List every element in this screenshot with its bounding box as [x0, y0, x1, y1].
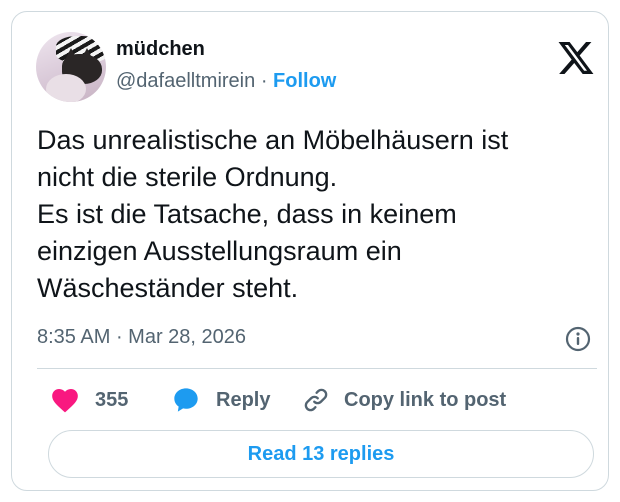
- tweet-line: Wäscheständer steht.: [37, 273, 299, 303]
- follow-button[interactable]: Follow: [273, 70, 336, 92]
- avatar-face: [46, 74, 86, 102]
- x-logo-icon[interactable]: [558, 42, 594, 74]
- user-handle[interactable]: @dafaelltmirein: [116, 70, 255, 92]
- separator-dot: ·: [260, 70, 274, 92]
- heart-icon: [52, 389, 78, 413]
- reply-bubble-icon: [174, 388, 198, 412]
- tweet-card: müdchen @dafaelltmirein · Follow Das unr…: [11, 11, 609, 491]
- read-replies-button[interactable]: Read 13 replies: [48, 430, 594, 478]
- reply-button[interactable]: Reply: [172, 384, 270, 416]
- tweet-line: Das unrealistische an Möbelhäusern ist: [37, 125, 509, 155]
- link-icon: [304, 388, 328, 412]
- tweet-date: Mar 28, 2026: [128, 326, 247, 348]
- copy-link-button[interactable]: Copy link to post: [302, 384, 506, 416]
- reply-label: Reply: [216, 388, 271, 411]
- display-name[interactable]: müdchen: [116, 38, 205, 61]
- tweet-line: nicht die sterile Ordnung.: [37, 162, 338, 192]
- tweet-line: einzigen Ausstellungsraum ein: [37, 236, 402, 266]
- read-replies-label: Read 13 replies: [247, 442, 395, 465]
- tweet-text: Das unrealistische an Möbelhäusern ist n…: [37, 122, 597, 307]
- timestamp[interactable]: 8:35 AM · Mar 28, 2026: [37, 326, 246, 349]
- tweet-line: Es ist die Tatsache, dass in keinem: [37, 199, 457, 229]
- like-count: 355: [95, 388, 129, 411]
- divider: [37, 368, 597, 369]
- copy-link-label: Copy link to post: [344, 388, 507, 411]
- avatar[interactable]: [36, 32, 106, 102]
- like-button[interactable]: 355: [51, 384, 128, 416]
- separator-dot: ·: [115, 326, 129, 348]
- handle-row: @dafaelltmirein · Follow: [116, 70, 336, 93]
- info-icon[interactable]: [565, 326, 591, 352]
- tweet-time: 8:35 AM: [37, 326, 111, 348]
